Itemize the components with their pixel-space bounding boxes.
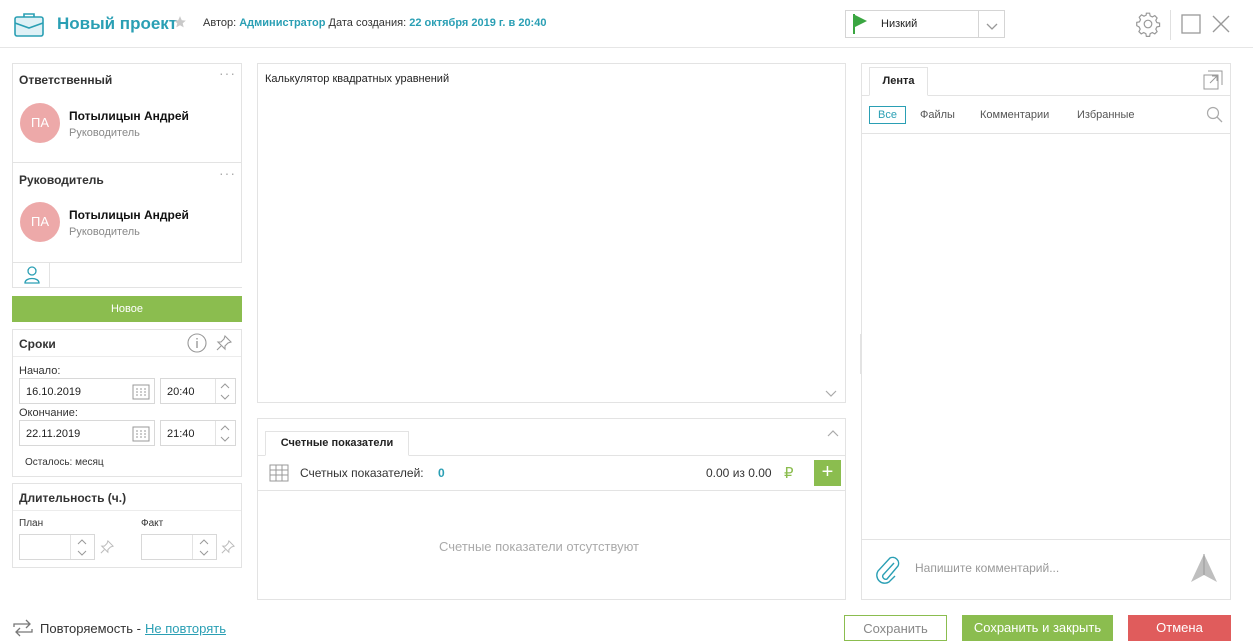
duration-title: Длительность (ч.) — [19, 491, 127, 505]
duration-panel: Длительность (ч.) План Факт — [12, 483, 242, 568]
user-icon — [24, 266, 40, 287]
briefcase-icon — [14, 11, 44, 40]
paperclip-icon[interactable] — [874, 553, 900, 588]
start-label: Начало: — [19, 365, 61, 377]
end-time-value: 21:40 — [167, 428, 195, 440]
plan-label: План — [19, 518, 44, 529]
calendar-icon[interactable] — [132, 383, 150, 403]
flag-icon — [852, 13, 868, 38]
avatar: ПА — [20, 202, 60, 242]
pin-icon[interactable] — [216, 334, 233, 354]
star-icon[interactable] — [173, 15, 187, 32]
start-time-value: 20:40 — [167, 386, 195, 398]
end-date-field[interactable]: 22.11.2019 — [19, 420, 155, 446]
author-link[interactable]: Администратор — [239, 17, 325, 29]
pin-icon[interactable] — [221, 539, 236, 557]
deadlines-panel: Сроки Начало: 16.10.2019 20:40 Окончание… — [12, 329, 242, 477]
metrics-count-label: Счетных показателей: — [300, 466, 424, 480]
search-icon[interactable] — [1206, 106, 1223, 126]
start-date-value: 16.10.2019 — [26, 386, 82, 398]
priority-select[interactable]: Низкий — [845, 10, 1005, 38]
end-time-field[interactable]: 21:40 — [160, 420, 236, 446]
responsible-name[interactable]: Потылицын Андрей — [69, 109, 189, 123]
save-label: Сохранить — [863, 621, 928, 636]
author-info: Автор: Администратор Дата создания: 22 о… — [203, 17, 546, 29]
participants-tab[interactable] — [12, 262, 50, 288]
send-icon[interactable] — [1189, 552, 1219, 587]
cancel-label: Отмена — [1156, 620, 1203, 635]
save-close-button[interactable]: Сохранить и закрыть — [962, 615, 1113, 641]
responsible-role: Руководитель — [69, 127, 140, 139]
description-text: Калькулятор квадратных уравнений — [265, 73, 450, 85]
filter-files[interactable]: Файлы — [920, 109, 955, 121]
comment-input[interactable]: Напишите комментарий... — [915, 561, 1059, 575]
priority-value: Низкий — [881, 18, 918, 30]
save-button[interactable]: Сохранить — [844, 615, 947, 641]
filter-favorites[interactable]: Избранные — [1077, 109, 1135, 121]
metrics-panel: Счетные показатели Счетных показателей: … — [257, 418, 846, 600]
repeat-link[interactable]: Не повторять — [145, 621, 226, 636]
start-time-field[interactable]: 20:40 — [160, 378, 236, 404]
filter-all[interactable]: Все — [869, 106, 906, 124]
description-editor[interactable]: Калькулятор квадратных уравнений — [257, 63, 846, 403]
cancel-button[interactable]: Отмена — [1128, 615, 1231, 641]
manager-panel: Руководитель ··· ПА Потылицын Андрей Рук… — [12, 163, 242, 263]
info-icon[interactable] — [187, 333, 207, 356]
filter-comments[interactable]: Комментарии — [980, 109, 1049, 121]
remaining-text: Осталось: месяц — [25, 457, 104, 468]
close-icon[interactable] — [1211, 14, 1231, 37]
status-button[interactable]: Новое — [12, 296, 242, 322]
tab-feed-label: Лента — [882, 75, 915, 87]
deadlines-title: Сроки — [19, 337, 56, 351]
more-icon[interactable]: ··· — [219, 65, 236, 81]
metrics-count: 0 — [438, 466, 445, 480]
created-label: Дата создания: — [328, 17, 407, 29]
plan-input[interactable] — [19, 534, 95, 560]
avatar: ПА — [20, 103, 60, 143]
tab-metrics[interactable]: Счетные показатели — [265, 431, 409, 456]
created-date: 22 октября 2019 г. в 20:40 — [409, 17, 547, 29]
feed-panel: Лента Все Файлы Комментарии Избранные На… — [861, 63, 1231, 600]
chevron-up-icon[interactable] — [827, 426, 839, 440]
page-title[interactable]: Новый проект — [57, 14, 177, 34]
calendar-icon[interactable] — [132, 425, 150, 445]
add-metric-button[interactable]: + — [814, 460, 841, 486]
responsible-title: Ответственный — [19, 73, 113, 87]
end-label: Окончание: — [19, 407, 78, 419]
manager-name[interactable]: Потылицын Андрей — [69, 208, 189, 222]
more-icon[interactable]: ··· — [219, 165, 236, 181]
metrics-empty-text: Счетные показатели отсутствуют — [439, 539, 639, 554]
add-metric-label: + — [821, 461, 834, 483]
pin-icon[interactable] — [100, 539, 115, 557]
expand-icon[interactable] — [1203, 70, 1223, 93]
responsible-panel: Ответственный ··· ПА Потылицын Андрей Ру… — [12, 63, 242, 163]
maximize-icon[interactable] — [1181, 14, 1201, 37]
gear-icon[interactable] — [1135, 11, 1161, 40]
chevron-down-icon[interactable] — [825, 387, 837, 401]
save-close-label: Сохранить и закрыть — [973, 620, 1102, 635]
chevron-down-icon — [986, 20, 998, 34]
fact-input[interactable] — [141, 534, 217, 560]
repeat-icon — [12, 619, 34, 640]
tab-feed[interactable]: Лента — [869, 67, 928, 96]
header: Новый проект Автор: Администратор Дата с… — [0, 0, 1253, 48]
fact-label: Факт — [141, 518, 164, 529]
metrics-sum: 0.00 из 0.00 — [706, 466, 772, 480]
table-icon — [269, 464, 289, 485]
start-date-field[interactable]: 16.10.2019 — [19, 378, 155, 404]
ruble-icon: ₽ — [784, 465, 794, 482]
author-label: Автор: — [203, 17, 237, 29]
manager-role: Руководитель — [69, 226, 140, 238]
repeat-label: Повторяемость - — [40, 621, 141, 636]
manager-title: Руководитель — [19, 173, 104, 187]
tab-metrics-label: Счетные показатели — [280, 437, 394, 449]
end-date-value: 22.11.2019 — [26, 428, 81, 440]
